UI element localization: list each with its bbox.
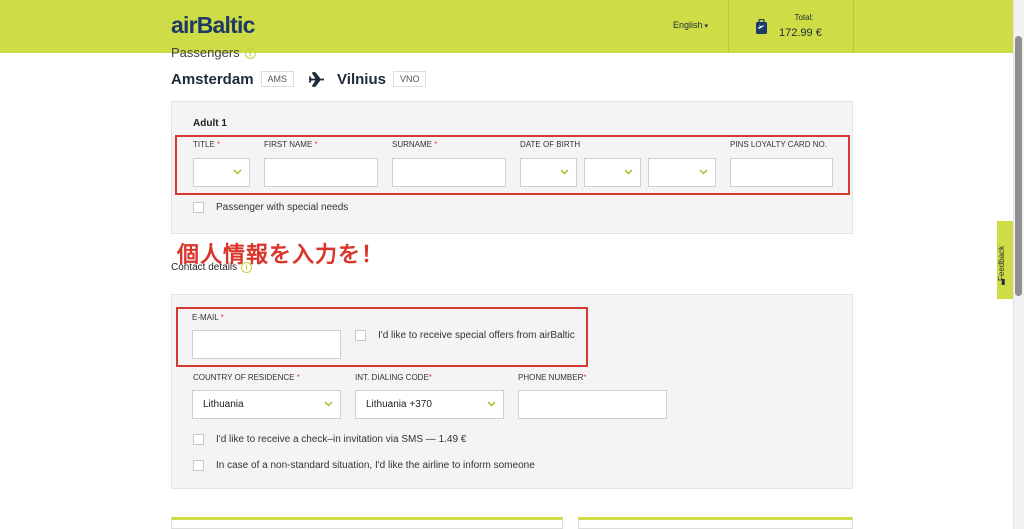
required-mark: * — [296, 373, 300, 382]
booking-bag-icon[interactable] — [755, 19, 768, 35]
language-selector[interactable]: English ▾ — [673, 20, 708, 30]
special-needs-option[interactable]: Passenger with special needs — [193, 202, 348, 213]
special-needs-label: Passenger with special needs — [216, 202, 349, 213]
bottom-card-left — [171, 517, 563, 529]
destination-code: VNO — [392, 71, 427, 87]
origin-city: Amsterdam — [171, 70, 254, 88]
bottom-card-right — [578, 517, 853, 529]
feedback-icon: ▮ — [1001, 277, 1006, 286]
destination-city: Vilnius — [337, 70, 386, 88]
nonstandard-situation-option[interactable]: In case of a non-standard situation, I'd… — [193, 460, 535, 471]
dialing-label-text: INT. DIALING CODE — [355, 373, 429, 382]
phone-number-input[interactable] — [518, 390, 667, 419]
passengers-title-text: Passengers — [171, 45, 240, 60]
contact-title-text: Contact details — [171, 262, 238, 274]
airbaltic-logo[interactable]: airBaltic — [171, 12, 255, 39]
country-label: COUNTRY OF RESIDENCE * — [193, 373, 300, 382]
feedback-tab[interactable]: Feedback ▮ — [997, 221, 1013, 299]
country-select[interactable]: Lithuania — [192, 390, 341, 419]
header-divider — [728, 0, 729, 53]
top-header: airBaltic English ▾ Total: 172.99 € — [0, 0, 1013, 53]
phone-number-label: PHONE NUMBER* — [518, 373, 586, 382]
info-icon[interactable]: i — [241, 262, 253, 273]
chevron-down-icon — [324, 401, 333, 407]
dialing-code-select[interactable]: Lithuania +370 — [355, 390, 504, 419]
required-mark: * — [428, 373, 432, 382]
airplane-icon — [308, 71, 325, 87]
special-needs-checkbox[interactable] — [193, 202, 204, 213]
required-mark: * — [583, 373, 587, 382]
passenger-title: Adult 1 — [193, 118, 227, 129]
language-label: English — [673, 20, 703, 30]
total-price: 172.99 € — [779, 27, 822, 39]
sms-checkin-label: I'd like to receive a check–in invitatio… — [216, 434, 467, 445]
scrollbar-thumb[interactable] — [1015, 36, 1022, 296]
dialing-code-value: Lithuania +370 — [366, 399, 432, 410]
origin-code: AMS — [260, 71, 295, 87]
sms-checkin-option[interactable]: I'd like to receive a check–in invitatio… — [193, 434, 466, 445]
phone-label-text: PHONE NUMBER — [518, 373, 584, 382]
country-label-text: COUNTRY OF RESIDENCE — [193, 373, 295, 382]
sms-checkin-checkbox[interactable] — [193, 434, 204, 445]
caret-down-icon: ▾ — [704, 23, 709, 30]
total-label: Total: — [794, 13, 814, 22]
info-icon[interactable]: i — [244, 48, 256, 60]
highlight-box-passenger — [175, 135, 850, 195]
highlight-box-email — [176, 307, 588, 367]
dialing-code-label: INT. DIALING CODE* — [355, 373, 432, 382]
header-divider-right — [853, 0, 854, 53]
contact-details-title: Contact details i — [171, 262, 253, 274]
chevron-down-icon — [487, 401, 496, 407]
country-value: Lithuania — [203, 399, 244, 410]
nonstandard-situation-label: In case of a non-standard situation, I'd… — [216, 460, 535, 471]
passengers-section-title: Passengers i — [171, 45, 256, 60]
nonstandard-situation-checkbox[interactable] — [193, 460, 204, 471]
flight-route: Amsterdam AMS Vilnius VNO — [171, 68, 427, 90]
